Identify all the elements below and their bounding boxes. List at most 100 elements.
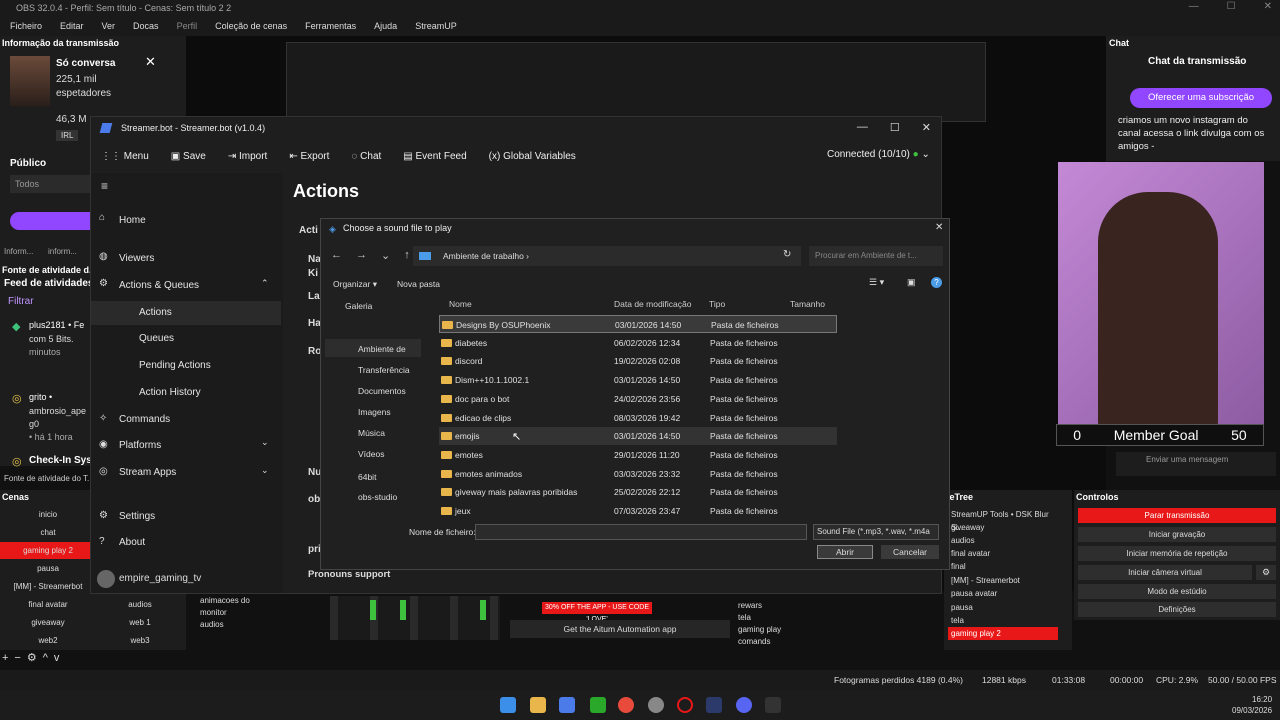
up-icon[interactable]: ↑	[404, 249, 410, 262]
column-tamanho[interactable]: Tamanho	[790, 299, 825, 309]
column-data[interactable]: Data de modificação	[614, 299, 692, 309]
tree-item[interactable]: final	[948, 560, 1058, 573]
maximize-icon[interactable]: ☐	[890, 121, 900, 134]
save-button[interactable]: ▣ Save	[171, 151, 206, 162]
file-row[interactable]: emotes animados 03/03/2026 23:32 Pasta de …	[439, 465, 837, 483]
virtual-camera-button[interactable]: Iniciar câmera virtual	[1078, 565, 1252, 580]
filename-input[interactable]	[475, 524, 807, 540]
refresh-icon[interactable]: ↻	[783, 249, 791, 260]
import-button[interactable]: ⇥ Import	[228, 151, 268, 162]
file-row[interactable]: Designs By OSUPhoenix 03/01/2026 14:50 Pas…	[439, 315, 837, 333]
menu-perfil[interactable]: Perfil	[177, 16, 198, 36]
file-row[interactable]: jeux 07/03/2026 23:47 Pasta de ficheiros	[439, 502, 837, 520]
nav-ambiente[interactable]: Ambiente de	[358, 344, 406, 354]
chevron-down-icon[interactable]: ⌄	[381, 249, 390, 262]
tree-item[interactable]: final avatar	[948, 547, 1058, 560]
menu-ferramentas[interactable]: Ferramentas	[305, 16, 356, 36]
nav-actions[interactable]: Actions	[91, 301, 281, 325]
chevron-down-icon[interactable]: ⌄	[261, 465, 269, 476]
source-item[interactable]: audios	[100, 596, 180, 613]
scene-item[interactable]: chat	[0, 524, 96, 541]
column-tipo[interactable]: Tipo	[709, 299, 725, 309]
tree-item[interactable]: pausa avatar	[948, 587, 1058, 600]
nav-documentos[interactable]: Documentos	[358, 386, 406, 396]
hamburger-icon[interactable]: ≡	[101, 179, 108, 193]
aitum-banner[interactable]: Get the Aitum Automation app	[510, 620, 730, 638]
close-icon[interactable]: ✕	[922, 121, 931, 134]
audience-select[interactable]: Todos	[10, 175, 90, 193]
nav-platforms[interactable]: Platforms	[91, 434, 281, 458]
search-input[interactable]: Procurar em Ambiente de t...	[809, 246, 943, 266]
nav-stream-apps[interactable]: Stream Apps	[91, 461, 281, 485]
app-icon[interactable]	[765, 697, 781, 713]
open-button[interactable]: Abrir	[817, 545, 873, 559]
chevron-down-icon[interactable]: ⌄	[261, 437, 269, 448]
organize-button[interactable]: Organizar ▾	[333, 279, 377, 290]
mixer-source[interactable]: audios	[200, 620, 320, 632]
cancel-button[interactable]: Cancelar	[881, 545, 939, 559]
minimize-icon[interactable]: —	[1189, 0, 1199, 14]
menu-ficheiro[interactable]: Ficheiro	[10, 16, 42, 36]
studio-mode-button[interactable]: Modo de estúdio	[1078, 584, 1276, 599]
discord-icon[interactable]	[736, 697, 752, 713]
chat-input[interactable]: Enviar uma mensagem	[1116, 452, 1276, 476]
chrome-icon[interactable]	[618, 697, 634, 713]
replay-buffer-button[interactable]: Iniciar memória de repetição	[1078, 546, 1276, 561]
source-item[interactable]: web 1	[100, 614, 180, 631]
maximize-icon[interactable]: ☐	[1227, 0, 1236, 14]
file-row[interactable]: edicao de clips 08/03/2026 19:42 Pasta de …	[439, 409, 837, 427]
scene-item[interactable]: final avatar	[0, 596, 96, 613]
column-nome[interactable]: Nome	[449, 299, 472, 309]
mixer-source[interactable]: animacoes do	[200, 596, 320, 608]
start-recording-button[interactable]: Iniciar gravação	[1078, 527, 1276, 542]
file-row[interactable]: emojis 03/01/2026 14:50 Pasta de ficheiros	[439, 427, 837, 446]
username[interactable]: empire_gaming_tv	[119, 573, 201, 584]
xbox-icon[interactable]	[590, 697, 606, 713]
scene-item[interactable]: giveaway	[0, 614, 96, 631]
file-row[interactable]: emotes 29/01/2026 11:20 Pasta de ficheiros	[439, 446, 837, 464]
file-row[interactable]: diabetes 06/02/2026 12:34 Pasta de ficheir…	[439, 334, 837, 352]
mixer-source[interactable]: monitor	[200, 608, 320, 620]
nav-about[interactable]: About	[91, 531, 281, 555]
tree-item[interactable]: [MM] - Streamerbot	[948, 574, 1058, 587]
nav-transferencias[interactable]: Transferência	[358, 365, 410, 375]
tree-item-active[interactable]: gaming play 2	[948, 627, 1058, 640]
gear-icon[interactable]: ⚙	[1256, 565, 1276, 580]
nav-queues[interactable]: Queues	[91, 327, 281, 351]
nav-64bit[interactable]: 64bit	[358, 472, 376, 482]
scenes-toolbar[interactable]: +−⚙︎^v	[2, 651, 65, 664]
promo-banner[interactable]: 30% OFF THE APP - USE CODE 'LOVE'	[542, 602, 652, 623]
nav-obs-studio[interactable]: obs-studio	[358, 492, 397, 502]
nav-viewers[interactable]: Viewers	[91, 247, 281, 271]
nav-settings[interactable]: Settings	[91, 505, 281, 529]
menu-streamup[interactable]: StreamUP	[415, 16, 457, 36]
global-variables-button[interactable]: (x) Global Variables	[489, 151, 576, 162]
nav-actions-queues[interactable]: Actions & Queues	[91, 274, 281, 298]
list-item[interactable]: tela	[738, 612, 828, 624]
filtrar-link[interactable]: Filtrar	[8, 296, 34, 307]
preview-pane-icon[interactable]: ▣	[907, 277, 916, 288]
tab-inform-1[interactable]: Inform...	[4, 247, 33, 256]
nav-action-history[interactable]: Action History	[91, 381, 281, 405]
connection-status[interactable]: Connected (10/10) ● ⌄	[827, 149, 930, 160]
event-feed-button[interactable]: ▤ Event Feed	[403, 151, 466, 162]
streamerbot-icon[interactable]	[706, 697, 722, 713]
file-type-select[interactable]: Sound File (*.mp3, *.wav, *.m4a	[813, 524, 939, 540]
file-row[interactable]: doc para o bot 24/02/2026 23:56 Pasta de f…	[439, 390, 837, 408]
file-row[interactable]: Dism++10.1.1002.1 03/01/2026 14:50 Pasta d…	[439, 371, 837, 389]
list-item[interactable]: rewars	[738, 600, 828, 612]
scene-item[interactable]: inicio	[0, 506, 96, 523]
new-folder-button[interactable]: Nova pasta	[397, 279, 440, 289]
chat-button[interactable]: ◌ Chat	[351, 151, 381, 162]
menu-editar[interactable]: Editar	[60, 16, 84, 36]
tree-item[interactable]: pausa	[948, 601, 1058, 614]
help-icon[interactable]: ?	[931, 277, 942, 288]
close-icon[interactable]: ✕	[145, 54, 156, 70]
source-item[interactable]: web3	[100, 632, 180, 649]
opera-icon[interactable]	[677, 697, 693, 713]
list-item[interactable]: gaming play	[738, 624, 828, 636]
obs-icon[interactable]	[648, 697, 664, 713]
menu-colecao-cenas[interactable]: Coleção de cenas	[215, 16, 287, 36]
minimize-icon[interactable]: —	[857, 121, 868, 134]
tree-item[interactable]: tela	[948, 614, 1058, 627]
